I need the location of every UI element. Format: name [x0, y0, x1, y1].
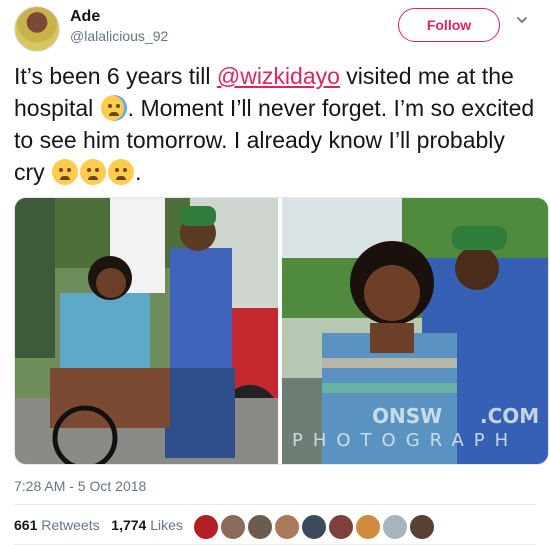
divider	[14, 504, 536, 505]
weary-face-emoji	[52, 159, 79, 185]
tweet-text-part: .	[135, 159, 142, 185]
tweet-header: Ade @lalalicious_92 Follow	[14, 6, 536, 52]
avatar[interactable]	[301, 514, 327, 540]
author-handle[interactable]: @lalalicious_92	[70, 28, 168, 44]
avatar[interactable]	[14, 6, 60, 52]
mention-link[interactable]: @wizkidayo	[217, 63, 340, 89]
avatar[interactable]	[355, 514, 381, 540]
avatar[interactable]	[274, 514, 300, 540]
likes-label[interactable]: Likes	[150, 517, 183, 533]
likes-count[interactable]: 1,774	[111, 517, 146, 533]
tweet-text-part: It’s been 6 years till	[14, 63, 217, 89]
watermark-line3: PHOTOGRAPH	[292, 430, 518, 451]
tweet-timestamp[interactable]: 7:28 AM - 5 Oct 2018	[14, 478, 146, 494]
avatar[interactable]	[193, 514, 219, 540]
retweets-label[interactable]: Retweets	[41, 517, 99, 533]
crying-face-emoji	[100, 95, 127, 121]
retweets-count[interactable]: 661	[14, 517, 37, 533]
avatar[interactable]	[247, 514, 273, 540]
sneezing-face-emoji	[108, 159, 135, 185]
avatar[interactable]	[328, 514, 354, 540]
tweet-photos: ONSW .COM PHOTOGRAPH	[14, 197, 549, 465]
author-name[interactable]: Ade	[70, 8, 100, 26]
tweet-text: It’s been 6 years till @wizkidayo visite…	[14, 60, 540, 188]
chevron-down-icon[interactable]	[516, 14, 528, 26]
avatar[interactable]	[220, 514, 246, 540]
photo-right[interactable]: ONSW .COM PHOTOGRAPH	[282, 198, 548, 464]
watermark-line2: .COM	[480, 404, 539, 428]
sneezing-face-emoji	[80, 159, 107, 185]
avatar[interactable]	[382, 514, 408, 540]
photo-left[interactable]	[15, 198, 278, 464]
avatar[interactable]	[409, 514, 435, 540]
tweet-stats: 661 Retweets 1,774 Likes	[14, 517, 183, 533]
watermark-line1: ONSW	[372, 404, 442, 428]
follow-button[interactable]: Follow	[398, 8, 500, 42]
